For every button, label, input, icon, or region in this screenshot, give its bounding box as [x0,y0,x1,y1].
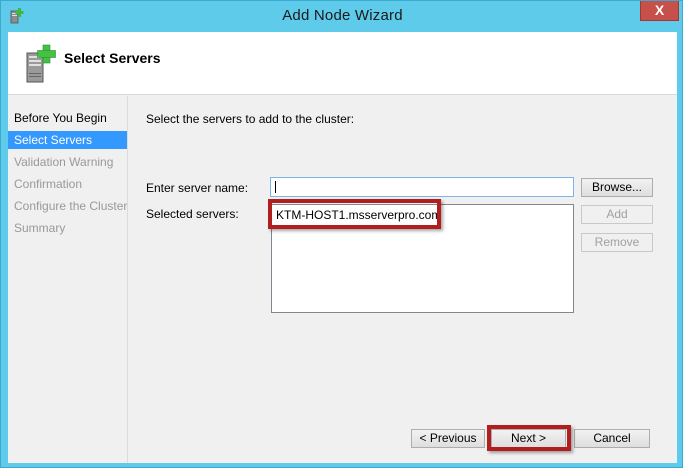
step-summary: Summary [14,221,66,235]
server-name-input[interactable] [270,177,574,197]
previous-button[interactable]: < Previous [411,429,485,448]
window-title: Add Node Wizard [282,7,403,24]
browse-button[interactable]: Browse... [581,178,653,197]
step-before-you-begin[interactable]: Before You Begin [8,109,127,127]
step-configure-cluster: Configure the Cluster [14,199,128,213]
wizard-steps: Before You Begin Select Servers Validati… [8,96,128,463]
wizard-window: Add Node Wizard X Select Servers Before [0,0,683,468]
step-validation-warning: Validation Warning [14,155,114,169]
selected-servers-label: Selected servers: [146,207,239,221]
page-title: Select Servers [64,50,161,66]
add-button[interactable]: Add [581,205,653,224]
title-bar[interactable]: Add Node Wizard X [1,1,683,32]
list-item[interactable]: KTM-HOST1.msserverpro.com [276,208,441,222]
text-caret [275,181,276,193]
close-button[interactable]: X [640,1,679,21]
selected-servers-list[interactable]: KTM-HOST1.msserverpro.com [271,204,574,313]
main-content: Select the servers to add to the cluster… [129,96,677,463]
instruction-text: Select the servers to add to the cluster… [146,112,355,126]
step-select-servers[interactable]: Select Servers [8,131,127,149]
wizard-body: Select Servers Before You Begin Select S… [8,32,677,463]
remove-button[interactable]: Remove [581,233,653,252]
next-button[interactable]: Next > [491,429,566,448]
wizard-header: Select Servers [8,32,677,95]
server-name-label: Enter server name: [146,181,249,195]
step-confirmation: Confirmation [14,177,83,191]
cancel-button[interactable]: Cancel [574,429,650,448]
server-add-icon [23,43,59,85]
